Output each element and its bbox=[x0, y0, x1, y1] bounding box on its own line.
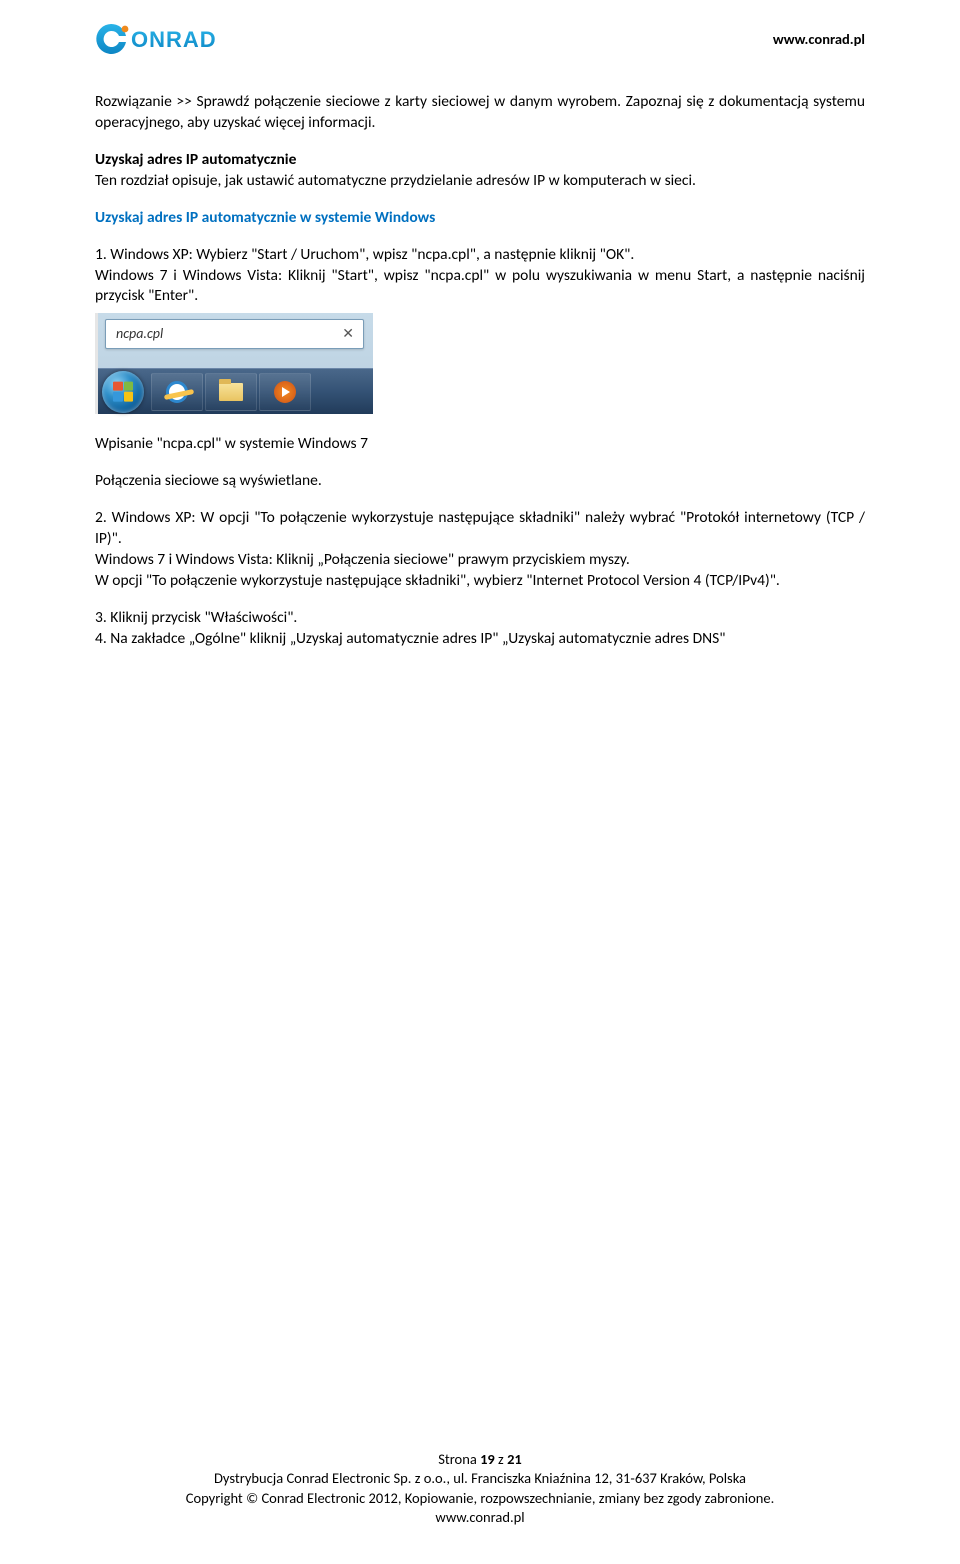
footer-distribution: Dystrybucja Conrad Electronic Sp. z o.o.… bbox=[0, 1469, 960, 1489]
screenshot-caption: Wpisanie "ncpa.cpl" w systemie Windows 7 bbox=[95, 434, 865, 455]
page-footer: Strona 19 z 21 Dystrybucja Conrad Electr… bbox=[0, 1450, 960, 1528]
screenshot-win7-search: ncpa.cpl ✕ bbox=[95, 313, 373, 414]
start-button-orb bbox=[102, 371, 144, 413]
step-1-xp: 1. Windows XP: Wybierz "Start / Uruchom"… bbox=[95, 245, 865, 266]
taskbar-ie-icon bbox=[151, 373, 203, 411]
paragraph-connections-shown: Połączenia sieciowe są wyświetlane. bbox=[95, 471, 865, 492]
step-2-win7-a: Windows 7 i Windows Vista: Kliknij „Połą… bbox=[95, 550, 865, 571]
clear-search-icon: ✕ bbox=[342, 325, 354, 344]
heading-auto-ip: Uzyskaj adres IP automatycznie bbox=[95, 150, 865, 171]
page-number: Strona 19 z 21 bbox=[0, 1450, 960, 1470]
step-1-win7: Windows 7 i Windows Vista: Kliknij "Star… bbox=[95, 266, 865, 308]
taskbar-wmp-icon bbox=[259, 373, 311, 411]
search-input-value: ncpa.cpl bbox=[116, 325, 163, 344]
heading-auto-ip-windows: Uzyskaj adres IP automatycznie w systemi… bbox=[95, 208, 865, 229]
footer-copyright: Copyright © Conrad Electronic 2012, Kopi… bbox=[0, 1489, 960, 1509]
footer-url: www.conrad.pl bbox=[0, 1508, 960, 1528]
step-3: 3. Kliknij przycisk "Właściwości". bbox=[95, 608, 865, 629]
step-2-win7-b: W opcji "To połączenie wykorzystuje nast… bbox=[95, 571, 865, 592]
paragraph-solution: Rozwiązanie >> Sprawdź połączenie siecio… bbox=[95, 92, 865, 134]
step-4: 4. Na zakładce „Ogólne" kliknij „Uzyskaj… bbox=[95, 629, 865, 650]
paragraph-intro: Ten rozdział opisuje, jak ustawić automa… bbox=[95, 171, 865, 192]
step-2-xp: 2. Windows XP: W opcji "To połączenie wy… bbox=[95, 508, 865, 550]
svg-text:ONRAD: ONRAD bbox=[131, 27, 217, 52]
logo-conrad: ONRAD bbox=[95, 22, 255, 58]
search-box: ncpa.cpl ✕ bbox=[105, 319, 364, 349]
taskbar-explorer-icon bbox=[205, 373, 257, 411]
taskbar bbox=[98, 368, 373, 414]
header-url: www.conrad.pl bbox=[773, 22, 865, 50]
